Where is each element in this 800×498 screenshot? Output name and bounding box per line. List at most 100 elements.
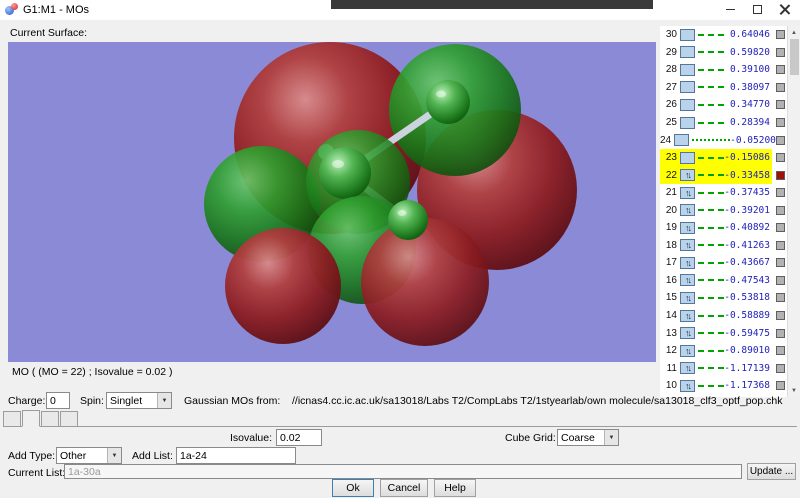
molecule-viewport[interactable] bbox=[8, 42, 656, 362]
mo-energy-value: -0.33458 bbox=[724, 170, 772, 181]
current-list-input bbox=[64, 464, 742, 479]
tab[interactable] bbox=[41, 411, 59, 426]
mo-row[interactable]: 24 -0.05200 bbox=[660, 131, 787, 149]
mo-visibility-checkbox[interactable] bbox=[776, 83, 785, 92]
mo-energy-level-line-icon bbox=[698, 104, 724, 106]
scroll-up-icon[interactable]: ▲ bbox=[788, 26, 800, 39]
tab[interactable] bbox=[60, 411, 78, 426]
mo-energy-level-line-icon bbox=[698, 279, 724, 281]
mo-row[interactable]: 11 -1.17139 bbox=[660, 359, 787, 377]
mo-visibility-checkbox[interactable] bbox=[776, 223, 785, 232]
mo-row[interactable]: 28 0.39100 bbox=[660, 61, 787, 79]
mo-visibility-checkbox[interactable] bbox=[776, 381, 785, 390]
mo-visibility-checkbox[interactable] bbox=[776, 241, 785, 250]
mo-energy-value: 0.39100 bbox=[724, 64, 772, 75]
mo-row[interactable]: 23 -0.15086 bbox=[660, 149, 787, 167]
isovalue-input[interactable] bbox=[276, 429, 322, 446]
scrollbar-thumb[interactable] bbox=[790, 39, 799, 75]
mo-row[interactable]: 26 0.34770 bbox=[660, 96, 787, 114]
mo-row[interactable]: 27 0.38097 bbox=[660, 79, 787, 97]
mo-occupancy-icon bbox=[680, 204, 695, 216]
tab[interactable] bbox=[22, 410, 40, 427]
help-button[interactable]: Help bbox=[434, 479, 476, 497]
ok-button[interactable]: Ok bbox=[332, 479, 374, 497]
mo-number: 30 bbox=[660, 29, 677, 40]
mo-row[interactable]: 29 0.59820 bbox=[660, 44, 787, 62]
mo-visibility-checkbox[interactable] bbox=[776, 258, 785, 267]
mo-visibility-checkbox[interactable] bbox=[776, 30, 785, 39]
mo-visibility-checkbox[interactable] bbox=[776, 118, 785, 127]
mo-row[interactable]: 25 0.28394 bbox=[660, 114, 787, 132]
maximize-button[interactable] bbox=[744, 0, 771, 18]
mo-row-main: 23 -0.15086 bbox=[660, 149, 772, 167]
close-button[interactable] bbox=[771, 0, 798, 18]
minimize-button[interactable] bbox=[717, 0, 744, 18]
charge-label: Charge: bbox=[8, 395, 45, 407]
mo-row[interactable]: 18 -0.41263 bbox=[660, 237, 787, 255]
tab[interactable] bbox=[3, 411, 21, 426]
mo-row[interactable]: 21 -0.37435 bbox=[660, 184, 787, 202]
cancel-button[interactable]: Cancel bbox=[380, 479, 428, 497]
mo-visibility-checkbox[interactable] bbox=[776, 48, 785, 57]
mo-row[interactable]: 10 -1.17368 bbox=[660, 377, 787, 395]
mo-row-main: 12 -0.89010 bbox=[660, 342, 772, 360]
mo-occupancy-icon bbox=[680, 152, 695, 164]
mo-row[interactable]: 19 -0.40892 bbox=[660, 219, 787, 237]
scroll-down-icon[interactable]: ▼ bbox=[788, 384, 800, 397]
mo-row[interactable]: 22 -0.33458 bbox=[660, 166, 787, 184]
mo-visibility-checkbox[interactable] bbox=[776, 293, 785, 302]
mo-row[interactable]: 20 -0.39201 bbox=[660, 201, 787, 219]
update-button[interactable]: Update ... bbox=[747, 463, 796, 480]
mo-visibility-checkbox[interactable] bbox=[776, 206, 785, 215]
mo-visibility-checkbox[interactable] bbox=[776, 276, 785, 285]
mo-energy-level-line-icon bbox=[698, 86, 724, 88]
mo-row[interactable]: 12 -0.89010 bbox=[660, 342, 787, 360]
mo-number: 15 bbox=[660, 292, 677, 303]
mo-visibility-checkbox[interactable] bbox=[776, 188, 785, 197]
mo-energy-value: -0.89010 bbox=[724, 345, 772, 356]
cube-grid-select[interactable]: Coarse ▼ bbox=[557, 429, 619, 446]
mo-energy-value: -1.17368 bbox=[724, 380, 772, 391]
add-list-input[interactable] bbox=[176, 447, 296, 464]
mo-visibility-checkbox[interactable] bbox=[776, 311, 785, 320]
mo-row[interactable]: 15 -0.53818 bbox=[660, 289, 787, 307]
mo-list-scrollbar[interactable]: ▲ ▼ bbox=[787, 26, 800, 397]
spin-select[interactable]: Singlet ▼ bbox=[106, 392, 172, 409]
mo-visibility-checkbox[interactable] bbox=[776, 364, 785, 373]
mo-visibility-checkbox[interactable] bbox=[776, 100, 785, 109]
molecular-orbital-render bbox=[8, 42, 656, 362]
mo-row-main: 18 -0.41263 bbox=[660, 237, 772, 255]
mo-row-main: 28 0.39100 bbox=[660, 61, 772, 79]
mo-row[interactable]: 16 -0.47543 bbox=[660, 272, 787, 290]
maximize-icon bbox=[753, 5, 762, 14]
mo-visibility-checkbox[interactable] bbox=[776, 171, 785, 180]
add-list-label: Add List: bbox=[132, 450, 173, 462]
mo-visibility-checkbox[interactable] bbox=[776, 153, 785, 162]
mo-visibility-checkbox[interactable] bbox=[776, 136, 785, 145]
cube-grid-label: Cube Grid: bbox=[505, 432, 556, 444]
mo-visibility-checkbox[interactable] bbox=[776, 329, 785, 338]
mo-energy-level-line-icon bbox=[698, 297, 724, 299]
charge-input[interactable] bbox=[46, 392, 70, 409]
mo-energy-level-line-icon bbox=[698, 315, 724, 317]
mo-energy-value: 0.38097 bbox=[724, 82, 772, 93]
mo-row-main: 26 0.34770 bbox=[660, 96, 772, 114]
mo-row[interactable]: 14 -0.58889 bbox=[660, 307, 787, 325]
mo-visibility-checkbox[interactable] bbox=[776, 346, 785, 355]
mo-energy-level-line-icon bbox=[698, 332, 724, 334]
mo-row[interactable]: 17 -0.43667 bbox=[660, 254, 787, 272]
current-list-label: Current List: bbox=[8, 467, 65, 479]
mo-occupancy-icon bbox=[680, 327, 695, 339]
mo-energy-level-line-icon bbox=[698, 34, 724, 36]
mo-number: 12 bbox=[660, 345, 677, 356]
mo-visibility-checkbox[interactable] bbox=[776, 65, 785, 74]
mo-energy-value: -0.58889 bbox=[724, 310, 772, 321]
mo-row-main: 27 0.38097 bbox=[660, 79, 772, 97]
add-type-select[interactable]: Other ▼ bbox=[56, 447, 122, 464]
mo-row[interactable]: 13 -0.59475 bbox=[660, 324, 787, 342]
mo-row[interactable]: 30 0.64046 bbox=[660, 26, 787, 44]
mo-energy-level-line-icon bbox=[698, 262, 724, 264]
mo-row-main: 17 -0.43667 bbox=[660, 254, 772, 272]
mo-number: 21 bbox=[660, 187, 677, 198]
mo-energy-level-line-icon bbox=[698, 367, 724, 369]
